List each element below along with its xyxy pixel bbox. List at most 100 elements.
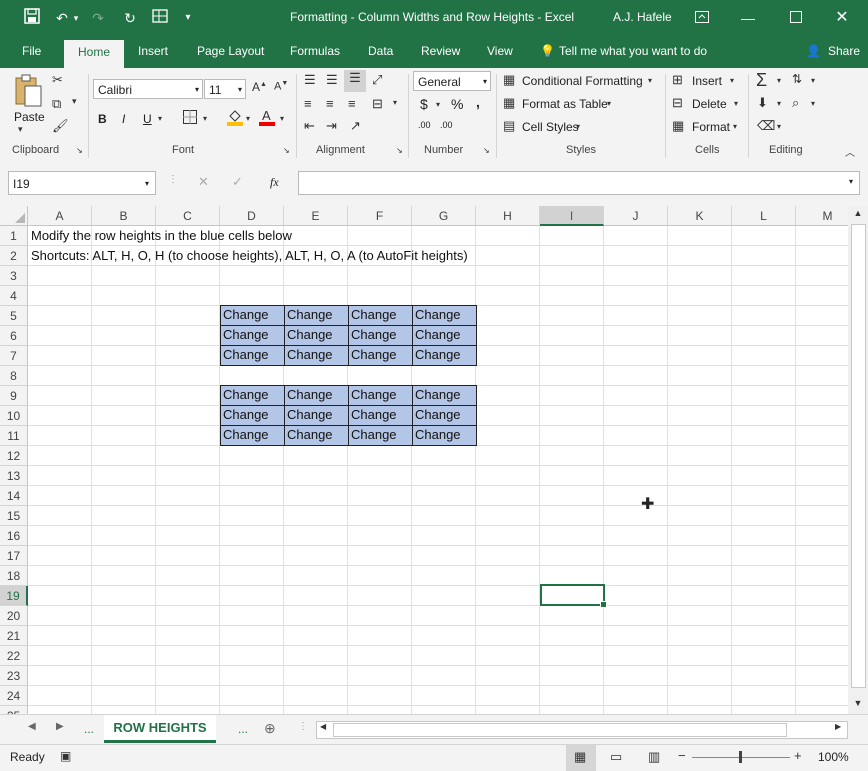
prev-sheet-icon[interactable]: ◀: [28, 721, 36, 732]
cell-styles-button[interactable]: Cell Styles: [522, 120, 579, 134]
cell-e5[interactable]: Change: [284, 305, 349, 326]
borders-icon[interactable]: [183, 110, 197, 127]
conditional-dropdown-icon[interactable]: ▾: [648, 76, 652, 85]
comma-button[interactable]: ,: [476, 94, 480, 110]
percent-button[interactable]: %: [451, 96, 463, 112]
orientation-icon[interactable]: ⤢: [372, 72, 382, 88]
sheet-ellipsis-right[interactable]: ...: [238, 722, 248, 736]
share-button[interactable]: Share: [828, 44, 860, 58]
cell-f10[interactable]: Change: [348, 405, 413, 426]
format-cells-button[interactable]: Format: [692, 120, 730, 134]
clipboard-launcher-icon[interactable]: ↘: [76, 146, 83, 155]
top-align-icon[interactable]: ☰: [304, 72, 316, 88]
enter-icon[interactable]: ✓: [232, 174, 243, 190]
number-format-select[interactable]: General ▾: [413, 71, 491, 91]
scroll-left-icon[interactable]: ◀: [320, 722, 326, 731]
cell-e6[interactable]: Change: [284, 325, 349, 346]
name-box[interactable]: I19 ▾: [8, 171, 156, 195]
undo-dropdown-icon[interactable]: ▾: [66, 8, 86, 28]
cell-f6[interactable]: Change: [348, 325, 413, 346]
macro-record-icon[interactable]: ▣: [60, 749, 71, 763]
customize-toolbar-icon[interactable]: ▾: [178, 8, 198, 28]
paste-button[interactable]: Paste: [14, 110, 45, 124]
row-header-14[interactable]: 14: [0, 486, 28, 506]
font-color-dropdown-icon[interactable]: ▾: [280, 114, 284, 123]
zoom-out-icon[interactable]: −: [678, 748, 686, 763]
fill-color-dropdown-icon[interactable]: ▾: [246, 114, 250, 123]
column-header-e[interactable]: E: [284, 206, 348, 226]
scroll-down-icon[interactable]: ▼: [852, 698, 864, 708]
fill-dropdown-icon[interactable]: ▾: [777, 99, 781, 108]
column-header-l[interactable]: L: [732, 206, 796, 226]
save-icon[interactable]: [22, 8, 42, 28]
middle-align-icon[interactable]: ☰: [326, 72, 338, 88]
copy-icon[interactable]: ⧉: [52, 96, 61, 112]
cell-g10[interactable]: Change: [412, 405, 477, 426]
column-header-d[interactable]: D: [220, 206, 284, 226]
cell-d10[interactable]: Change: [220, 405, 285, 426]
row-header-23[interactable]: 23: [0, 666, 28, 686]
merge-dropdown-icon[interactable]: ▾: [393, 98, 397, 107]
row-header-21[interactable]: 21: [0, 626, 28, 646]
sheet-ellipsis-left[interactable]: ...: [84, 722, 94, 736]
cell-a1[interactable]: Modify the row heights in the blue cells…: [31, 228, 292, 243]
row-header-5[interactable]: 5: [0, 306, 28, 326]
paste-icon[interactable]: [12, 74, 44, 110]
align-center-icon[interactable]: ≡: [326, 96, 334, 111]
tab-view[interactable]: View: [487, 44, 513, 58]
currency-dropdown-icon[interactable]: ▾: [436, 100, 440, 109]
column-header-f[interactable]: F: [348, 206, 412, 226]
insert-dropdown-icon[interactable]: ▾: [730, 76, 734, 85]
alignment-launcher-icon[interactable]: ↘: [396, 146, 403, 155]
cell-e7[interactable]: Change: [284, 345, 349, 366]
clear-dropdown-icon[interactable]: ▾: [777, 122, 781, 131]
select-all-corner[interactable]: [0, 206, 28, 226]
column-header-h[interactable]: H: [476, 206, 540, 226]
column-header-c[interactable]: C: [156, 206, 220, 226]
zoom-slider-thumb[interactable]: [739, 751, 742, 763]
format-table-dropdown-icon[interactable]: ▾: [607, 99, 611, 108]
format-painter-icon[interactable]: 🖌: [52, 118, 69, 134]
currency-button[interactable]: $: [420, 96, 428, 112]
cell-e11[interactable]: Change: [284, 425, 349, 446]
row-header-11[interactable]: 11: [0, 426, 28, 446]
row-header-24[interactable]: 24: [0, 686, 28, 706]
cell-g5[interactable]: Change: [412, 305, 477, 326]
cell-e9[interactable]: Change: [284, 385, 349, 406]
bold-button[interactable]: B: [98, 112, 107, 126]
column-header-g[interactable]: G: [412, 206, 476, 226]
tab-page-layout[interactable]: Page Layout: [197, 44, 264, 58]
row-header-4[interactable]: 4: [0, 286, 28, 306]
sort-filter-icon[interactable]: ⇅: [792, 72, 802, 86]
row-header-25[interactable]: 25: [0, 706, 28, 714]
cancel-icon[interactable]: ✕: [198, 174, 209, 190]
row-header-8[interactable]: 8: [0, 366, 28, 386]
row-header-16[interactable]: 16: [0, 526, 28, 546]
column-header-k[interactable]: K: [668, 206, 732, 226]
font-launcher-icon[interactable]: ↘: [283, 146, 290, 155]
cell-g6[interactable]: Change: [412, 325, 477, 346]
cell-d5[interactable]: Change: [220, 305, 285, 326]
sheet-tab-row-heights[interactable]: ROW HEIGHTS: [104, 715, 216, 743]
vertical-scrollbar[interactable]: ▲ ▼: [848, 206, 868, 714]
page-layout-view-icon[interactable]: ▭: [610, 749, 622, 765]
orientation-text-icon[interactable]: ↗: [350, 118, 361, 134]
cell-g9[interactable]: Change: [412, 385, 477, 406]
font-name-select[interactable]: Calibri ▾: [93, 79, 203, 99]
underline-dropdown-icon[interactable]: ▾: [158, 114, 162, 123]
insert-function-button[interactable]: fx: [270, 175, 279, 190]
increase-indent-icon[interactable]: ⇥: [326, 118, 337, 134]
sort-dropdown-icon[interactable]: ▾: [811, 76, 815, 85]
row-header-1[interactable]: 1: [0, 226, 28, 246]
conditional-formatting-button[interactable]: Conditional Formatting: [522, 74, 643, 88]
find-select-icon[interactable]: ⌕: [792, 95, 799, 111]
insert-cells-button[interactable]: Insert: [692, 74, 722, 88]
share-icon[interactable]: 👤: [806, 44, 821, 58]
cell-styles-dropdown-icon[interactable]: ▾: [576, 122, 580, 131]
row-header-18[interactable]: 18: [0, 566, 28, 586]
column-header-a[interactable]: A: [28, 206, 92, 226]
horizontal-scroll-thumb[interactable]: [333, 723, 787, 737]
tab-file[interactable]: File: [22, 44, 41, 58]
copy-dropdown-icon[interactable]: ▾: [72, 96, 77, 107]
format-dropdown-icon[interactable]: ▾: [733, 122, 737, 131]
